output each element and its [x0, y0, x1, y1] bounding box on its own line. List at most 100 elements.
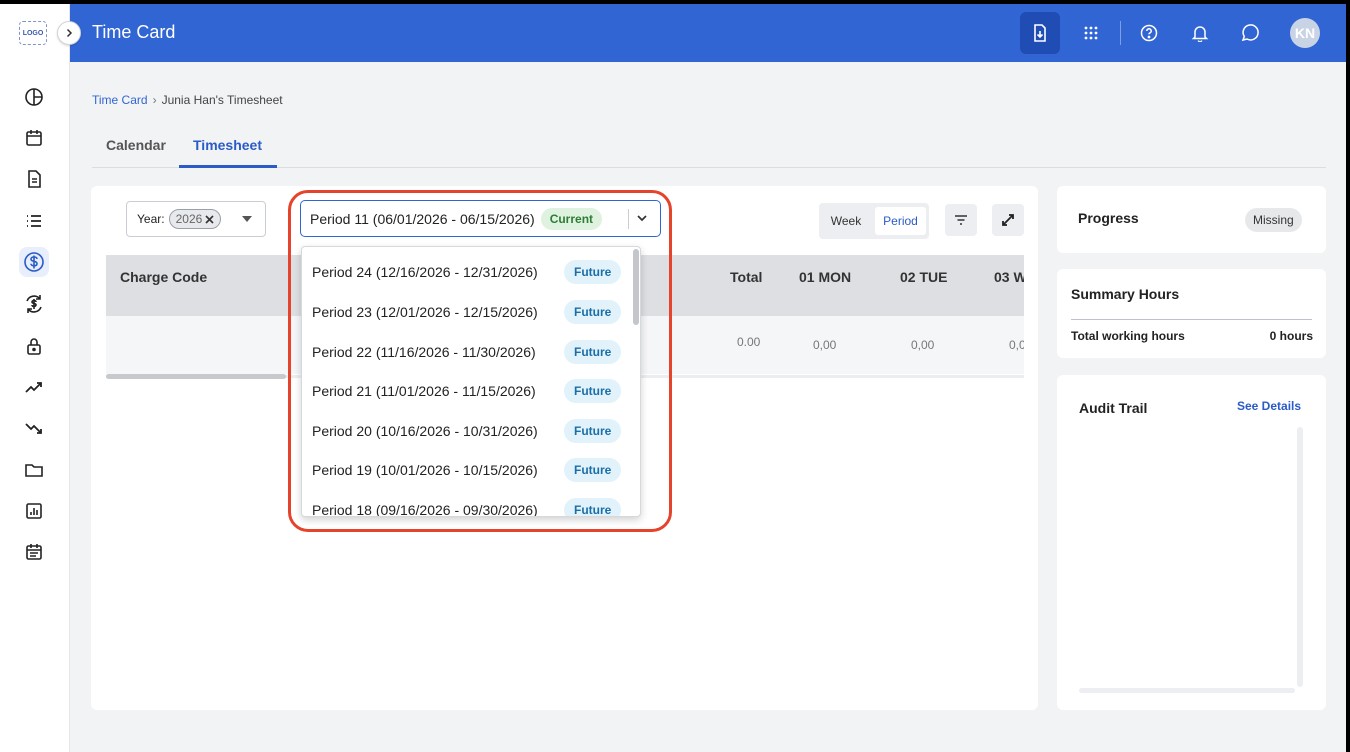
audit-trail-title: Audit Trail [1079, 400, 1148, 416]
period-option[interactable]: Period 23 (12/01/2026 - 12/15/2026) Futur… [302, 294, 632, 330]
year-label: Year: [137, 212, 165, 226]
apps-grid-icon [1084, 26, 1098, 40]
app-window: LOGO Time Card KN Time Card › Junia Han'… [0, 4, 1346, 752]
future-badge: Future [564, 260, 622, 284]
breadcrumb: Time Card › Junia Han's Timesheet [92, 93, 283, 107]
active-tab-indicator [179, 165, 277, 168]
period-option[interactable]: Period 24 (12/16/2026 - 12/31/2026) Futur… [302, 254, 632, 290]
avatar[interactable]: KN [1290, 18, 1320, 48]
period-select[interactable]: Period 11 (06/01/2026 - 06/15/2026) Curr… [300, 200, 661, 237]
total-working-hours-value: 0 hours [1269, 329, 1313, 343]
filter-icon [955, 215, 967, 225]
total-cell: 0.00 [737, 335, 761, 349]
logo: LOGO [19, 21, 47, 45]
top-bar: Time Card KN [70, 4, 1346, 62]
future-badge: Future [564, 379, 622, 403]
divider [1071, 319, 1312, 320]
left-sidebar: LOGO [0, 4, 70, 752]
period-option[interactable]: Period 18 (09/16/2026 - 09/30/2026) Futur… [302, 492, 632, 517]
charge-code-header: Charge Code [120, 269, 208, 285]
audit-vertical-scrollbar[interactable] [1297, 427, 1303, 687]
period-option-label: Period 20 (10/16/2026 - 10/31/2026) [312, 423, 538, 439]
toolbar-divider [1120, 21, 1121, 45]
download-button[interactable] [1020, 12, 1060, 54]
period-option[interactable]: Period 20 (10/16/2026 - 10/31/2026) Futur… [302, 413, 632, 449]
select-divider [628, 209, 629, 229]
dropdown-arrow-icon[interactable] [242, 216, 252, 222]
dropdown-scrollbar[interactable] [633, 249, 639, 325]
future-badge: Future [564, 300, 622, 324]
breadcrumb-separator: › [152, 93, 157, 107]
summary-title: Summary Hours [1071, 286, 1180, 302]
breadcrumb-root-link[interactable]: Time Card [92, 93, 148, 107]
year-chip-value: 2026 [175, 212, 203, 226]
chat-button[interactable] [1230, 12, 1270, 54]
tab-timesheet[interactable]: Timesheet [193, 137, 262, 153]
report-chart-icon[interactable] [19, 496, 49, 526]
day-header-1: 01 MON [799, 269, 852, 285]
folder-icon[interactable] [19, 455, 49, 485]
apps-grid-button[interactable] [1071, 12, 1111, 54]
chevron-right-icon [66, 28, 73, 38]
help-button[interactable] [1129, 12, 1169, 54]
total-header: Total [730, 269, 763, 285]
period-option-label: Period 23 (12/01/2026 - 12/15/2026) [312, 304, 538, 320]
lock-icon[interactable] [19, 331, 49, 361]
day-header-2: 02 TUE [900, 269, 948, 285]
dollar-icon[interactable] [19, 247, 49, 277]
calendar-icon[interactable] [19, 123, 49, 153]
future-badge: Future [564, 340, 622, 364]
progress-title: Progress [1078, 210, 1139, 226]
fullscreen-button[interactable] [992, 204, 1024, 236]
period-option-label: Period 19 (10/01/2026 - 10/15/2026) [312, 462, 538, 478]
progress-card: Progress Missing [1057, 186, 1326, 253]
trending-down-icon[interactable] [19, 414, 49, 444]
future-badge: Future [564, 498, 622, 516]
help-icon [1140, 24, 1158, 42]
page-title: Time Card [92, 22, 176, 42]
expand-icon [1002, 214, 1014, 226]
future-badge: Future [564, 458, 622, 482]
view-toggle: Week Period [819, 203, 929, 239]
status-badge: Missing [1245, 208, 1302, 232]
period-option-label: Period 21 (11/01/2026 - 11/15/2026) [312, 383, 536, 399]
currency-exchange-icon[interactable] [19, 289, 49, 319]
future-badge: Future [564, 419, 622, 443]
list-icon[interactable] [19, 206, 49, 236]
period-option[interactable]: Period 19 (10/01/2026 - 10/15/2026) Futur… [302, 452, 632, 488]
audit-trail-card: Audit Trail See Details [1057, 375, 1326, 710]
day-header-3: 03 W [994, 269, 1024, 285]
download-icon [1034, 24, 1046, 42]
period-dropdown-menu: Period 24 (12/16/2026 - 12/31/2026) Futur… [301, 246, 641, 517]
breadcrumb-current: Junia Han's Timesheet [161, 93, 283, 107]
chevron-down-icon[interactable] [635, 211, 649, 225]
tab-bar: Calendar Timesheet [92, 128, 1326, 168]
notifications-button[interactable] [1180, 12, 1220, 54]
see-details-link[interactable]: See Details [1237, 399, 1301, 413]
tab-calendar[interactable]: Calendar [106, 137, 166, 153]
period-view-button[interactable]: Period [875, 207, 926, 235]
day-cell-3[interactable]: 0,0 [1009, 338, 1024, 352]
filter-button[interactable] [945, 204, 977, 236]
summary-hours-card: Summary Hours Total working hours 0 hour… [1057, 269, 1326, 358]
period-option[interactable]: Period 21 (11/01/2026 - 11/15/2026) Futur… [302, 373, 632, 409]
day-cell-1[interactable]: 0,00 [813, 338, 836, 352]
period-option[interactable]: Period 22 (11/16/2026 - 11/30/2026) Futur… [302, 334, 632, 370]
clear-year-icon[interactable] [205, 214, 214, 224]
grid-horizontal-scrollbar[interactable] [106, 374, 286, 379]
schedule-icon[interactable] [19, 537, 49, 567]
week-view-button[interactable]: Week [823, 207, 869, 235]
year-chip: 2026 [168, 209, 222, 229]
day-cell-2[interactable]: 0,00 [911, 338, 934, 352]
expand-sidebar-button[interactable] [57, 21, 81, 45]
audit-horizontal-scrollbar[interactable] [1079, 688, 1295, 693]
period-select-value: Period 11 (06/01/2026 - 06/15/2026) [310, 210, 535, 227]
dashboard-pie-icon[interactable] [19, 82, 49, 112]
year-select[interactable]: Year: 2026 [126, 201, 266, 237]
trending-up-icon[interactable] [19, 372, 49, 402]
period-option-label: Period 18 (09/16/2026 - 09/30/2026) [312, 502, 538, 517]
total-working-hours-label: Total working hours [1071, 329, 1185, 343]
period-option-label: Period 22 (11/16/2026 - 11/30/2026) [312, 344, 536, 360]
document-icon[interactable] [19, 164, 49, 194]
bell-icon [1191, 26, 1209, 42]
